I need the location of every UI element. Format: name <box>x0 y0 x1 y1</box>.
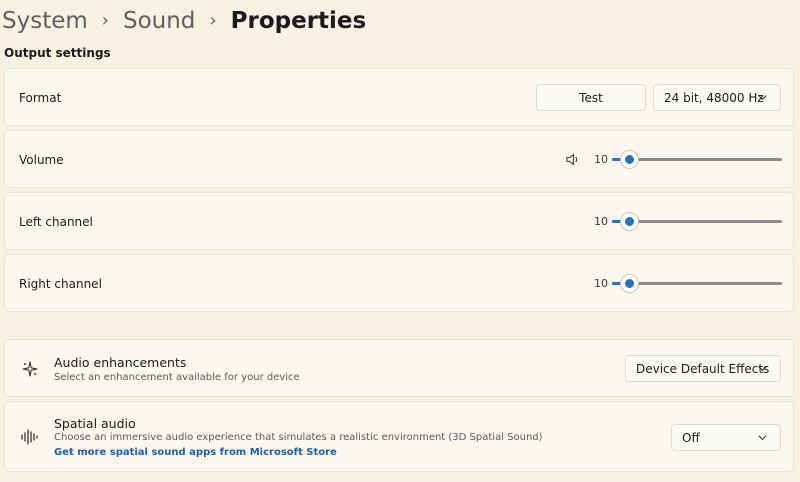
chevron-down-icon <box>758 95 767 101</box>
chevron-down-icon <box>758 435 767 441</box>
audio-enhancements-select-value: Device Default Effects <box>636 361 770 376</box>
breadcrumb: System › Sound › Properties <box>2 4 366 38</box>
test-button[interactable]: Test <box>536 84 646 111</box>
format-select-value: 24 bit, 48000 Hz <box>664 90 764 105</box>
spatial-audio-description: Choose an immersive audio experience tha… <box>54 432 543 443</box>
format-select[interactable]: 24 bit, 48000 Hz <box>653 84 781 111</box>
audio-enhancements-card: Audio enhancements Select an enhancement… <box>4 339 794 397</box>
chevron-down-icon <box>758 366 767 372</box>
audio-enhancements-title: Audio enhancements <box>54 355 187 370</box>
breadcrumb-separator: › <box>209 9 217 31</box>
right-channel-card: Right channel 10 <box>4 254 794 312</box>
right-channel-label: Right channel <box>19 277 102 291</box>
left-channel-slider[interactable] <box>612 213 782 230</box>
breadcrumb-sound[interactable]: Sound <box>123 8 195 34</box>
section-title-output-settings: Output settings <box>4 46 111 60</box>
volume-card: Volume 10 <box>4 130 794 188</box>
audio-enhancements-select[interactable]: Device Default Effects <box>625 355 781 382</box>
spatial-audio-card: Spatial audio Choose an immersive audio … <box>4 401 794 472</box>
spatial-audio-select-value: Off <box>682 430 700 445</box>
sparkle-icon <box>22 361 38 377</box>
breadcrumb-system[interactable]: System <box>2 8 88 34</box>
volume-label: Volume <box>19 153 64 167</box>
format-card: Format Test 24 bit, 48000 Hz <box>4 68 794 126</box>
microsoft-store-link[interactable]: Get more spatial sound apps from Microso… <box>54 447 337 458</box>
spatial-audio-select[interactable]: Off <box>671 424 781 451</box>
left-channel-card: Left channel 10 <box>4 192 794 250</box>
left-channel-slider-thumb[interactable] <box>621 213 638 230</box>
format-label: Format <box>19 91 62 105</box>
volume-slider-thumb[interactable] <box>621 151 638 168</box>
right-channel-slider-thumb[interactable] <box>621 275 638 292</box>
speaker-icon[interactable] <box>565 152 580 167</box>
waveform-icon <box>21 429 38 445</box>
spatial-audio-title: Spatial audio <box>54 416 136 431</box>
right-channel-value: 10 <box>594 277 608 290</box>
audio-enhancements-description: Select an enhancement available for your… <box>54 372 300 383</box>
page-title: Properties <box>230 8 367 34</box>
left-channel-value: 10 <box>594 215 608 228</box>
breadcrumb-separator: › <box>101 9 109 31</box>
volume-value: 10 <box>594 153 608 166</box>
right-channel-slider[interactable] <box>612 275 782 292</box>
left-channel-label: Left channel <box>19 215 93 229</box>
volume-slider[interactable] <box>612 151 782 168</box>
